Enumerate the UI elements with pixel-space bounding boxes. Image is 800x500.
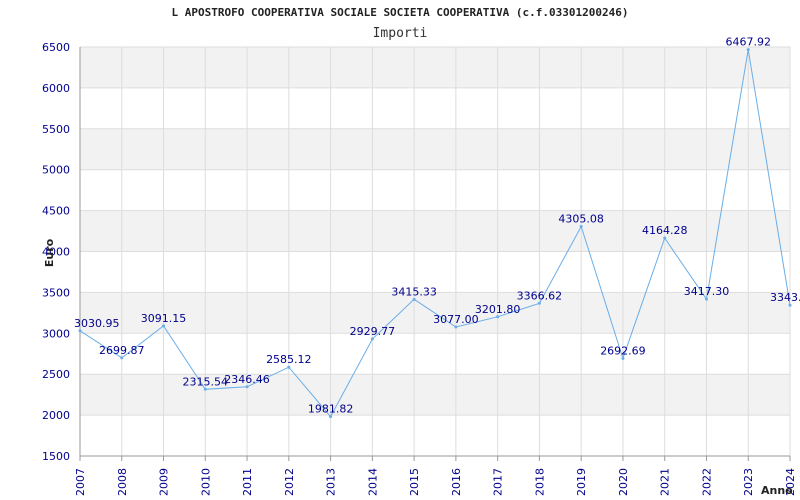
y-tick-label: 6500: [42, 41, 70, 54]
data-label: 3091.15: [141, 312, 187, 325]
data-label: 4164.28: [642, 224, 688, 237]
x-axis-label: Anno: [761, 484, 793, 497]
x-tick-label: 2010: [199, 468, 212, 496]
data-label: 3417.30: [684, 285, 730, 298]
y-tick-label: 5500: [42, 123, 70, 136]
data-label: 2692.69: [600, 344, 646, 357]
grid-band: [80, 47, 790, 88]
y-tick-label: 2000: [42, 409, 70, 422]
data-label: 3366.62: [517, 289, 563, 302]
y-tick-label: 3000: [42, 327, 70, 340]
data-label: 2929.77: [350, 325, 396, 338]
y-tick-label: 3500: [42, 286, 70, 299]
x-tick-label: 2008: [116, 468, 129, 496]
x-tick-label: 2015: [408, 468, 421, 496]
data-label: 2315.54: [183, 375, 229, 388]
data-label: 3201.80: [475, 303, 521, 316]
data-label: 3030.95: [74, 317, 120, 330]
data-label: 2699.87: [99, 344, 145, 357]
y-tick-label: 5000: [42, 164, 70, 177]
x-tick-label: 2016: [450, 468, 463, 496]
y-tick-label: 1500: [42, 450, 70, 463]
x-tick-label: 2013: [325, 468, 338, 496]
x-tick-label: 2020: [617, 468, 630, 496]
data-label: 4305.08: [558, 213, 604, 226]
x-tick-labels: 2007 2008 2009 2010 2011 2012 2013 2014 2015 2016…: [74, 468, 797, 496]
grid-band: [80, 128, 790, 170]
line-chart: L APOSTROFO COOPERATIVA SOCIALE SOCIETA …: [42, 6, 800, 497]
x-tick-label: 2017: [492, 468, 505, 496]
data-label: 6467.92: [725, 36, 771, 49]
x-tick-label: 2007: [74, 468, 87, 496]
data-label: 1981.82: [308, 403, 354, 416]
x-tick-label: 2014: [366, 468, 379, 496]
data-label: 2346.46: [224, 373, 270, 386]
x-tick-label: 2009: [158, 468, 171, 496]
x-tick-label: 2019: [575, 468, 588, 496]
x-tick-label: 2022: [700, 468, 713, 496]
y-tick-label: 2500: [42, 368, 70, 381]
x-tick-label: 2012: [283, 468, 296, 496]
data-label: 2585.12: [266, 353, 312, 366]
x-tick-label: 2021: [659, 468, 672, 496]
x-tick-label: 2018: [533, 468, 546, 496]
data-label: 3077.00: [433, 313, 479, 326]
chart-subtitle: Importi: [373, 26, 428, 41]
x-tick-label: 2011: [241, 468, 254, 496]
x-tick-label: 2023: [742, 468, 755, 496]
y-axis-label: Euro: [43, 238, 56, 267]
y-tick-label: 4500: [42, 205, 70, 218]
chart-title: L APOSTROFO COOPERATIVA SOCIALE SOCIETA …: [172, 6, 629, 19]
data-label: 3343.5: [770, 291, 800, 304]
data-label: 3415.33: [391, 285, 437, 298]
y-tick-label: 6000: [42, 82, 70, 95]
